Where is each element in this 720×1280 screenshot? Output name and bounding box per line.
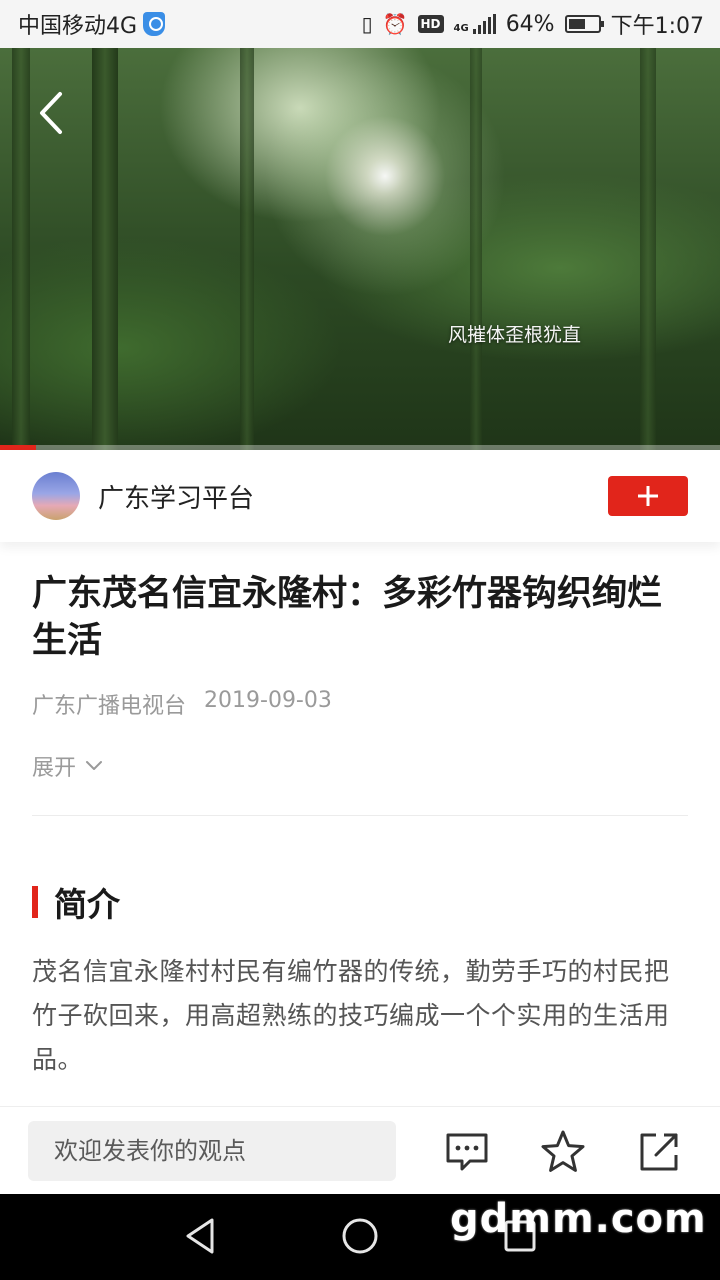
comment-icon — [446, 1133, 488, 1171]
video-player[interactable]: 风摧体歪根犹直 — [0, 48, 720, 450]
bamboo-stalk — [92, 48, 118, 450]
status-right: ▯ ⏰ HD 4G 64% 下午1:07 — [362, 8, 704, 40]
comment-input[interactable] — [28, 1121, 396, 1181]
bamboo-stalk — [240, 48, 254, 450]
publisher-name[interactable]: 广东学习平台 — [98, 478, 608, 515]
expand-label: 展开 — [32, 756, 77, 781]
status-bar: 中国移动4G ▯ ⏰ HD 4G 64% 下午1:07 — [0, 0, 720, 48]
site-watermark: gdmm.com — [450, 1196, 707, 1242]
divider — [32, 815, 688, 816]
article-title: 广东茂名信宜永隆村：多彩竹器钩织绚烂生活 — [32, 573, 663, 661]
expand-toggle[interactable]: 展开 — [32, 750, 104, 782]
publisher-bar: 广东学习平台 — [0, 450, 720, 542]
signal-icon: 4G — [454, 14, 496, 34]
share-icon — [640, 1133, 678, 1171]
plus-icon — [638, 486, 658, 506]
back-button[interactable] — [34, 88, 74, 138]
alarm-icon: ⏰ — [382, 12, 408, 36]
chevron-down-icon — [86, 761, 103, 770]
article-date: 2019-09-03 — [204, 688, 332, 713]
clock: 下午1:07 — [610, 14, 704, 39]
section-header: 简介 — [32, 878, 120, 926]
star-icon — [541, 1130, 585, 1172]
vibrate-icon: ▯ — [361, 12, 373, 36]
article-source: 广东广播电视台 — [32, 694, 187, 719]
hd-badge: HD — [417, 15, 444, 33]
bottom-action-bar — [0, 1106, 720, 1194]
follow-button[interactable] — [608, 476, 688, 516]
bamboo-stalk — [470, 48, 482, 450]
nav-back-button[interactable] — [182, 1216, 218, 1260]
favorite-button[interactable] — [540, 1129, 586, 1175]
home-circle-icon — [342, 1218, 378, 1254]
bamboo-stalk — [640, 48, 656, 450]
chevron-left-icon — [40, 92, 62, 134]
section-accent-bar — [32, 886, 38, 918]
article-summary: 茂名信宜永隆村村民有编竹器的传统，勤劳手巧的村民把竹子砍回来，用高超熟练的技巧编… — [32, 957, 670, 1074]
section-title: 简介 — [54, 885, 120, 924]
battery-percent: 64% — [505, 11, 555, 37]
back-triangle-icon — [186, 1218, 214, 1254]
nav-home-button[interactable] — [340, 1216, 380, 1260]
comment-button[interactable] — [444, 1129, 490, 1175]
bamboo-stalk — [12, 48, 30, 450]
video-subtitle: 风摧体歪根犹直 — [448, 324, 582, 346]
share-button[interactable] — [636, 1129, 682, 1175]
battery-icon — [564, 15, 604, 33]
carrier-label: 中国移动4G — [18, 14, 138, 39]
network-type-label: 4G — [453, 23, 469, 34]
status-left: 中国移动4G — [18, 8, 166, 40]
security-shield-icon — [143, 12, 166, 36]
battery-level — [568, 19, 586, 29]
article-meta: 广东广播电视台 2019-09-03 — [32, 688, 332, 720]
publisher-avatar[interactable] — [32, 472, 80, 520]
